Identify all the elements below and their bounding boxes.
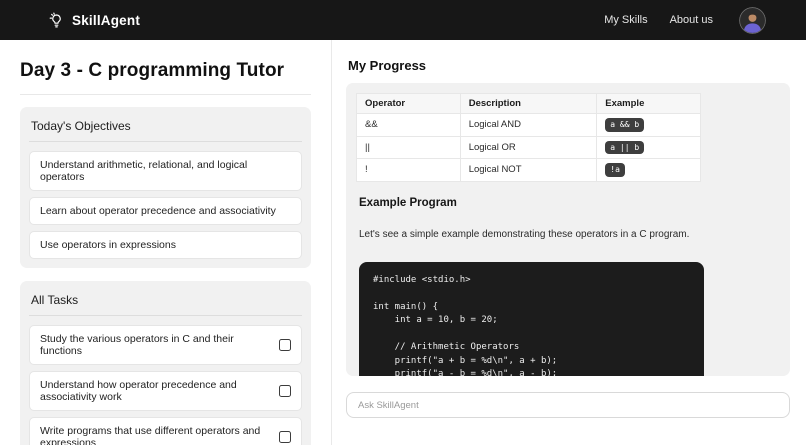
code-chip: !a — [605, 163, 625, 177]
table-row: ! Logical NOT !a — [357, 159, 701, 182]
task-label: Study the various operators in C and the… — [40, 333, 269, 357]
brand-name: SkillAgent — [72, 13, 140, 28]
ask-skillagent-input[interactable] — [346, 392, 790, 418]
tasks-card: All Tasks Study the various operators in… — [20, 281, 311, 445]
example-cell: a && b — [597, 114, 701, 137]
objective-item: Understand arithmetic, relational, and l… — [29, 151, 302, 191]
task-item: Study the various operators in C and the… — [29, 325, 302, 365]
objectives-card: Today's Objectives Understand arithmetic… — [20, 107, 311, 268]
operator-cell: ! — [357, 159, 461, 182]
task-label: Understand how operator precedence and a… — [40, 379, 269, 403]
description-cell: Logical NOT — [460, 159, 597, 182]
description-cell: Logical AND — [460, 114, 597, 137]
objective-label: Understand arithmetic, relational, and l… — [40, 159, 291, 183]
top-navigation-bar: SkillAgent My Skills About us — [0, 0, 806, 40]
objective-item: Learn about operator precedence and asso… — [29, 197, 302, 225]
task-checkbox[interactable] — [279, 385, 291, 397]
table-header-row: Operator Description Example — [357, 94, 701, 114]
example-cell: a || b — [597, 136, 701, 159]
operator-cell: && — [357, 114, 461, 137]
progress-heading: My Progress — [348, 58, 790, 73]
page-title: Day 3 - C programming Tutor — [20, 60, 311, 95]
objective-item: Use operators in expressions — [29, 231, 302, 259]
lesson-panel: Day 3 - C programming Tutor Today's Obje… — [0, 40, 332, 445]
nav-my-skills[interactable]: My Skills — [604, 14, 647, 26]
table-row: || Logical OR a || b — [357, 136, 701, 159]
column-header-example: Example — [597, 94, 701, 114]
nav-about-us[interactable]: About us — [670, 14, 713, 26]
avatar-person-icon — [739, 7, 766, 34]
objective-label: Use operators in expressions — [40, 239, 176, 251]
task-label: Write programs that use different operat… — [40, 425, 269, 445]
brand[interactable]: SkillAgent — [48, 12, 140, 29]
example-program-heading: Example Program — [359, 197, 780, 209]
description-cell: Logical OR — [460, 136, 597, 159]
column-header-description: Description — [460, 94, 597, 114]
operators-table: Operator Description Example && Logical … — [356, 93, 701, 182]
code-chip: a && b — [605, 118, 644, 132]
objectives-heading: Today's Objectives — [29, 116, 302, 142]
example-cell: !a — [597, 159, 701, 182]
main-content: Day 3 - C programming Tutor Today's Obje… — [0, 40, 806, 445]
task-checkbox[interactable] — [279, 339, 291, 351]
user-avatar[interactable] — [739, 7, 766, 34]
tasks-heading: All Tasks — [29, 290, 302, 316]
task-checkbox[interactable] — [279, 431, 291, 443]
table-row: && Logical AND a && b — [357, 114, 701, 137]
operator-cell: || — [357, 136, 461, 159]
task-item: Understand how operator precedence and a… — [29, 371, 302, 411]
column-header-operator: Operator — [357, 94, 461, 114]
objective-label: Learn about operator precedence and asso… — [40, 205, 276, 217]
top-nav-links: My Skills About us — [604, 7, 766, 34]
code-chip: a || b — [605, 141, 644, 155]
c-code-block: #include <stdio.h> int main() { int a = … — [359, 262, 704, 376]
progress-panel: My Progress Operator Description Example… — [332, 40, 806, 445]
example-program-intro: Let's see a simple example demonstrating… — [359, 229, 780, 240]
lightbulb-logo-icon — [48, 12, 65, 29]
progress-scroll-area[interactable]: Operator Description Example && Logical … — [346, 83, 790, 376]
task-item: Write programs that use different operat… — [29, 417, 302, 445]
